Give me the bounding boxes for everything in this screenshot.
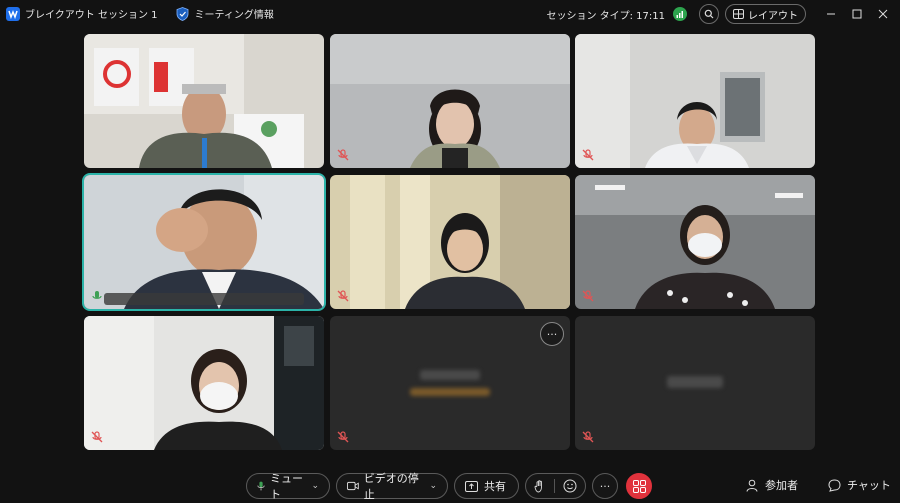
mute-label: ミュート (270, 472, 304, 501)
mic-active-icon (92, 291, 102, 299)
microphone-icon (257, 481, 265, 491)
minimize-button[interactable] (818, 0, 844, 28)
minimize-icon (827, 13, 835, 15)
layout-label: レイアウト (748, 10, 798, 22)
maximize-button[interactable] (844, 0, 870, 28)
chat-bubble-icon (828, 478, 841, 492)
video-tile-8-video-off[interactable]: ··· (330, 316, 570, 450)
blurred-name (667, 376, 723, 388)
stop-video-button[interactable]: ビデオの停止 ⌄ (336, 472, 448, 501)
participants-button[interactable]: 参加者 (746, 477, 798, 493)
participants-label: 参加者 (765, 479, 798, 492)
blurred-status (410, 388, 490, 396)
mic-muted-icon (582, 431, 594, 443)
meeting-info-label: ミーティング情報 (194, 10, 274, 21)
stop-video-label: ビデオの停止 (363, 472, 419, 501)
video-tile-3[interactable] (575, 34, 815, 168)
mic-muted-icon (337, 290, 349, 302)
mic-muted-icon (337, 431, 349, 443)
meeting-info-button[interactable]: ミーティング情報 (176, 6, 274, 21)
video-tile-2[interactable] (330, 34, 570, 168)
video-tile-6[interactable] (575, 175, 815, 309)
reactions-group (525, 473, 586, 499)
blurred-name (420, 370, 480, 380)
share-screen-icon (465, 480, 478, 492)
participant-video (330, 175, 570, 309)
share-label: 共有 (484, 480, 506, 493)
video-tile-5[interactable] (330, 175, 570, 309)
close-icon (878, 9, 888, 19)
search-zoom-button[interactable] (699, 4, 719, 24)
mic-muted-icon (91, 431, 103, 443)
meeting-toolbar: ミュート ⌄ ビデオの停止 ⌄ 共有 ··· 参加者 チャット (0, 468, 900, 503)
participant-video (84, 175, 324, 309)
title-right: セッション タイプ: 17:11 レイアウト (546, 0, 900, 28)
layout-button[interactable]: レイアウト (725, 4, 806, 24)
mute-button[interactable]: ミュート ⌄ (246, 472, 330, 501)
video-tile-9-video-off[interactable] (575, 316, 815, 450)
breakout-grid-icon (632, 479, 646, 493)
participant-video (84, 34, 324, 168)
network-signal-icon[interactable] (673, 7, 687, 21)
share-button[interactable]: 共有 (454, 473, 519, 499)
person-icon (746, 479, 758, 492)
camera-icon (347, 481, 359, 491)
window-title: ブレイクアウト セッション 1 (25, 10, 158, 21)
reaction-emoji-icon[interactable] (563, 479, 577, 493)
raise-hand-icon[interactable] (534, 479, 546, 493)
participant-video (575, 175, 815, 309)
participant-video (575, 34, 815, 168)
video-tile-7[interactable] (84, 316, 324, 450)
grid-layout-icon (733, 9, 744, 19)
mic-muted-icon (582, 290, 594, 302)
video-tile-4-active-speaker[interactable] (84, 175, 324, 309)
video-tile-1[interactable] (84, 34, 324, 168)
title-bar: ブレイクアウト セッション 1 ミーティング情報 セッション タイプ: 17:1… (0, 0, 900, 28)
mic-muted-icon (582, 149, 594, 161)
session-timer: セッション タイプ: 17:11 (546, 10, 665, 22)
participant-video (84, 316, 324, 450)
shield-icon (176, 6, 188, 21)
chevron-down-icon[interactable]: ⌄ (429, 481, 437, 491)
mic-muted-icon (337, 149, 349, 161)
chat-button[interactable]: チャット (828, 477, 891, 493)
participant-video (330, 34, 570, 168)
webex-logo-icon (6, 6, 20, 21)
search-icon (704, 9, 714, 19)
close-button[interactable] (870, 0, 896, 28)
end-breakout-button[interactable] (626, 473, 652, 499)
title-left: ブレイクアウト セッション 1 ミーティング情報 (6, 6, 274, 21)
chevron-down-icon[interactable]: ⌄ (311, 481, 319, 491)
more-options-button[interactable]: ··· (592, 473, 618, 499)
maximize-icon (852, 9, 862, 19)
chat-label: チャット (847, 479, 891, 492)
tile-more-options-button[interactable]: ··· (540, 322, 564, 346)
